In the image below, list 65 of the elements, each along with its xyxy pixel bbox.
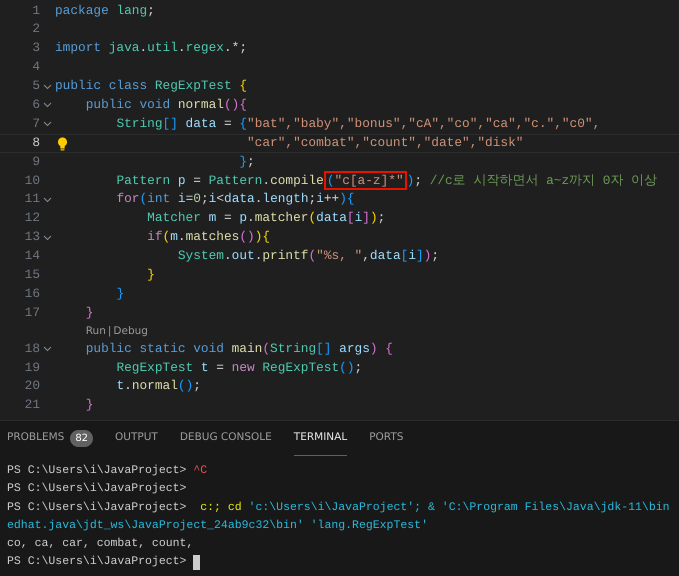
line-number: 3 [31, 39, 40, 58]
terminal-line: PS C:\Users\i\JavaProject> c:; cd 'c:\Users\i\JavaProject'; & 'C:\Program Files\Java\jdk-11\bin [7, 500, 670, 516]
fold-chevron-icon[interactable] [43, 84, 52, 90]
lightbulb-icon[interactable] [57, 137, 68, 152]
line-number: 14 [24, 247, 40, 266]
line-number: 9 [31, 152, 40, 171]
line-number: 11 [24, 190, 40, 208]
fold-chevron-icon[interactable] [43, 234, 52, 241]
terminal-line: PS C:\Users\i\JavaProject> [7, 554, 188, 570]
terminal-line: PS C:\Users\i\JavaProject> ^C [7, 463, 208, 479]
line-number: 18 [24, 340, 40, 358]
panel-tab[interactable]: DEBUG CONSOLE [180, 421, 272, 456]
line-number: 17 [24, 304, 40, 322]
line-number: 16 [24, 284, 40, 303]
line-number: 8 [31, 134, 40, 152]
code-text: } [116, 284, 124, 303]
terminal-line: co, ca, car, combat, count, [7, 536, 194, 552]
code-text: Matcher m = p.matcher(data[i]); [147, 209, 386, 228]
code-text: public static void main(String[] args) { [86, 340, 393, 358]
line-number: 2 [31, 20, 40, 38]
code-text: package lang; [55, 2, 155, 20]
line-number: 20 [24, 377, 40, 396]
line-number: 5 [31, 77, 40, 96]
code-text: } [86, 396, 94, 414]
code-text: public class RegExpTest { [55, 77, 247, 96]
line-number: 7 [31, 114, 40, 133]
fold-chevron-icon[interactable] [43, 121, 52, 128]
panel-tab[interactable]: PROBLEMS 82 [7, 421, 94, 456]
code-text: t.normal(); [116, 377, 201, 396]
code-text: if(m.matches()){ [147, 228, 270, 246]
line-number: 21 [24, 396, 40, 414]
panel-tab[interactable]: OUTPUT [115, 421, 158, 456]
code-text: public void normal(){ [86, 96, 248, 114]
fold-chevron-icon[interactable] [43, 102, 52, 108]
code-text: }; [239, 152, 255, 171]
fold-chevron-icon[interactable] [43, 346, 52, 352]
code-text: Pattern p = Pattern.compile [116, 172, 324, 190]
terminal-line: PS C:\Users\i\JavaProject> [7, 481, 186, 498]
line-number: 4 [31, 58, 40, 76]
line-number: 1 [31, 2, 40, 20]
code-text: "car","combat","count","date","disk" [247, 134, 524, 152]
code-comment: //c로 시작하면서 a~z까지 0자 이상 [428, 172, 658, 190]
code-text: } [86, 304, 94, 322]
codelens-link[interactable]: Run [86, 322, 106, 340]
code-text: System.out.printf("%s, ",data[i]); [178, 247, 440, 266]
code-text: ); [406, 172, 422, 190]
terminal-line: edhat.java\jdt_ws\JavaProject_24ab9c32\bin' 'lang.RegExpTest' [7, 518, 428, 534]
fold-chevron-icon[interactable] [43, 196, 52, 203]
code-text: for(int i=0;i<data.length;i++){ [116, 190, 355, 208]
line-number: 15 [24, 266, 40, 284]
highlight-box: ("c[a-z]*" [324, 171, 407, 190]
line-number: 13 [24, 228, 40, 246]
codelens-link[interactable]: Debug [113, 322, 148, 340]
panel-tab[interactable]: PORTS [369, 421, 404, 456]
line-number: 10 [24, 172, 40, 190]
line-number: 12 [24, 209, 40, 228]
code-text: RegExpTest t = new RegExpTest(); [116, 358, 362, 377]
panel-tab[interactable]: TERMINAL [294, 421, 348, 456]
code-text: } [147, 266, 155, 284]
count-badge: 82 [70, 430, 94, 446]
separator: | [106, 324, 112, 339]
code-text: String[] data = {"bat","baby","bonus","cA","co","ca","c.","c0", [116, 114, 600, 133]
code-text: import java.util.regex.*; [55, 39, 248, 58]
line-number: 6 [31, 96, 40, 114]
line-number: 19 [24, 358, 40, 377]
